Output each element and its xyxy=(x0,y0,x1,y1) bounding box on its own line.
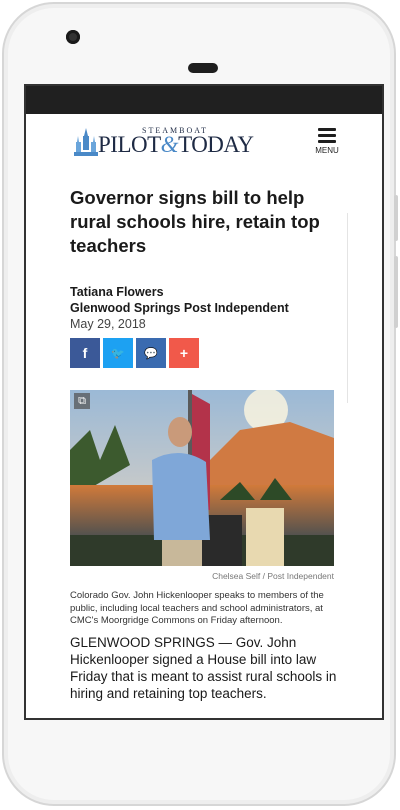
photo-caption: Colorado Gov. John Hickenlooper speaks t… xyxy=(70,590,324,626)
article-paragraph: GLENWOOD SPRINGS — Gov. John Hickenloope… xyxy=(70,634,337,701)
share-buttons: f 🐦 💬 + xyxy=(70,338,350,368)
plus-share-button[interactable]: + xyxy=(169,338,199,368)
volume-button xyxy=(394,195,398,241)
phone-screen: STEAMBOAT PILOT&TODAY MENU Governor sign… xyxy=(24,84,384,720)
article-body: Governor signs bill to help rural school… xyxy=(70,186,350,702)
expand-icon[interactable]: ⧉ xyxy=(74,393,90,409)
twitter-share-button[interactable]: 🐦 xyxy=(103,338,133,368)
menu-button[interactable]: MENU xyxy=(312,128,342,164)
phone-frame: STEAMBOAT PILOT&TODAY MENU Governor sign… xyxy=(2,2,396,806)
power-button xyxy=(394,256,398,328)
front-camera xyxy=(66,30,80,44)
site-logo[interactable]: STEAMBOAT PILOT&TODAY xyxy=(72,126,282,166)
logo-castle-icon xyxy=(74,128,98,156)
logo-right-text: TODAY xyxy=(178,132,254,157)
author-name[interactable]: Tatiana Flowers xyxy=(70,284,350,300)
status-bar xyxy=(26,86,382,114)
menu-label: MENU xyxy=(315,146,339,155)
comment-icon: 💬 xyxy=(144,347,158,360)
photo-credit: Chelsea Self / Post Independent xyxy=(212,571,334,581)
hamburger-icon-bar-2 xyxy=(318,134,336,137)
twitter-icon: 🐦 xyxy=(111,347,125,360)
comment-share-button[interactable]: 💬 xyxy=(136,338,166,368)
byline: Tatiana Flowers Glenwood Springs Post In… xyxy=(70,284,350,316)
hamburger-icon xyxy=(318,128,336,131)
logo-ampersand: & xyxy=(160,132,179,157)
plus-icon: + xyxy=(179,345,189,361)
publish-date: May 29, 2018 xyxy=(70,317,146,331)
facebook-share-button[interactable]: f xyxy=(70,338,100,368)
article-photo[interactable]: ⧉ xyxy=(70,390,334,566)
article-headline: Governor signs bill to help rural school… xyxy=(70,187,320,256)
photo-image xyxy=(70,390,334,566)
publication-name: Glenwood Springs Post Independent xyxy=(70,301,289,315)
logo-left-text: PILOT xyxy=(98,132,161,157)
facebook-icon: f xyxy=(82,345,88,361)
logo-wordmark: PILOT&TODAY xyxy=(98,132,254,158)
hamburger-icon-bar-3 xyxy=(318,140,336,143)
earpiece-speaker xyxy=(188,63,218,73)
site-header: STEAMBOAT PILOT&TODAY MENU xyxy=(26,114,382,170)
